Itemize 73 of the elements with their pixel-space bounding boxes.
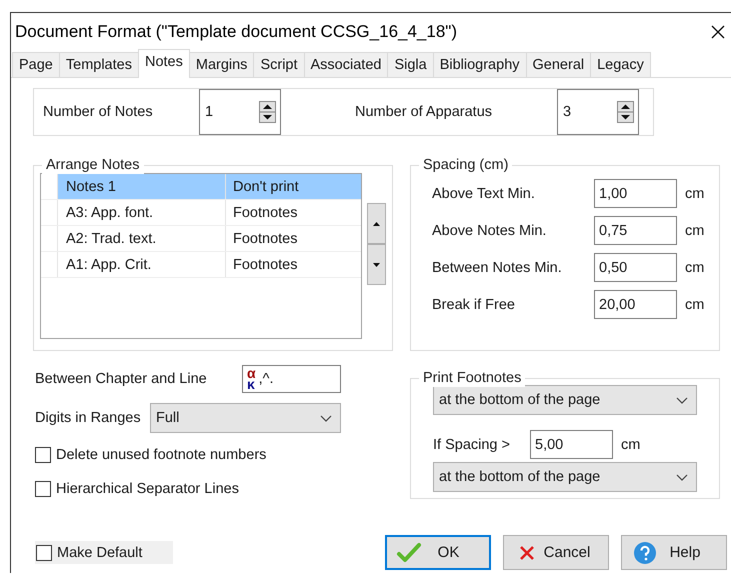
up-arrow-icon	[373, 222, 380, 226]
help-button[interactable]: Help	[621, 535, 727, 570]
unit-label: cm	[685, 296, 704, 312]
tab[interactable]: Legacy	[590, 52, 651, 77]
grid-cell-text: Footnotes	[232, 256, 298, 274]
greek-letter: α	[247, 368, 256, 379]
window-title: Document Format ("Template document CCSG_16_4_18")	[15, 22, 458, 42]
chevron-icon	[676, 396, 688, 404]
chevron-icon	[676, 474, 688, 480]
text-field[interactable]: 0,75	[594, 216, 677, 245]
grid-cell: A3: App. font.	[58, 200, 226, 225]
help-icon	[632, 540, 658, 564]
field-label: Break if Free	[432, 296, 516, 312]
checkbox[interactable]	[35, 481, 51, 497]
dropdown[interactable]: at the bottom of the page	[433, 385, 697, 415]
grid-cell-text: Footnotes	[232, 230, 298, 248]
checkbox-label[interactable]: Hierarchical Separator Lines	[56, 481, 239, 497]
tab[interactable]: Sigla	[387, 52, 434, 77]
grid-cell: A2: Trad. text.	[58, 226, 226, 251]
field-label: Above Text Min.	[432, 186, 536, 202]
unit-label: cm	[621, 436, 640, 452]
field-value: ,^.	[258, 371, 274, 387]
unit-label: cm	[685, 186, 704, 202]
tab[interactable]: Associated	[304, 52, 388, 77]
field-label: Above Notes Min.	[432, 222, 548, 238]
greek-letter: κ	[247, 379, 255, 390]
field-label: Number of Apparatus	[355, 104, 494, 120]
number-field[interactable]: 3	[557, 89, 639, 135]
text-field[interactable]: 5,00	[530, 430, 613, 459]
field-label: Between Chapter and Line	[35, 371, 208, 387]
tab[interactable]: Script	[253, 52, 305, 77]
field-label: Digits in Ranges	[35, 410, 142, 426]
tab[interactable]: Notes	[138, 49, 190, 78]
text-field[interactable]: 0,50	[594, 253, 677, 282]
grid-cell: A1: App. Crit.	[58, 252, 226, 277]
tab[interactable]: Margins	[188, 52, 254, 77]
grid-row[interactable]: A3: App. font. Footnotes	[41, 200, 361, 226]
dropdown[interactable]: Full	[150, 403, 341, 433]
grid-cell: Notes 1	[58, 174, 226, 199]
tab[interactable]: Page	[12, 52, 60, 77]
down-arrow-icon	[373, 262, 380, 266]
text-field[interactable]: 20,00	[594, 290, 677, 319]
grid-cell-text: Don't print	[232, 178, 300, 196]
cancel-button[interactable]: Cancel	[503, 535, 609, 570]
spinner-icon[interactable]	[259, 101, 276, 123]
checkbox[interactable]	[36, 544, 52, 560]
tab[interactable]: Templates	[58, 52, 139, 77]
field-label: If Spacing >	[433, 436, 511, 452]
grid-row[interactable]: Notes 1 Don't print	[41, 174, 361, 200]
unit-label: cm	[685, 260, 704, 276]
close-icon[interactable]	[711, 25, 725, 39]
unit-label: cm	[685, 222, 704, 238]
group-title: Spacing (cm)	[419, 156, 512, 174]
checkbox-label[interactable]: Delete unused footnote numbers	[56, 447, 266, 463]
grid-row[interactable]: A1: App. Crit. Footnotes	[41, 252, 361, 278]
checkbox-label[interactable]: Make Default	[57, 544, 142, 560]
tab[interactable]: General	[526, 52, 592, 77]
check-icon	[396, 540, 422, 564]
row-header-cell[interactable]	[41, 174, 58, 199]
number-field[interactable]: 1	[199, 89, 281, 135]
checkbox[interactable]	[35, 447, 51, 463]
chevron-icon	[320, 414, 332, 422]
ok-button[interactable]: OK	[385, 535, 491, 570]
dropdown[interactable]: at the bottom of the page	[433, 462, 697, 492]
field-label: Between Notes Min.	[432, 260, 563, 276]
grid-cell-text: Footnotes	[232, 204, 298, 222]
spinner-icon[interactable]	[617, 101, 634, 123]
group-title: Print Footnotes	[419, 369, 526, 387]
text-field[interactable]: 1,00	[594, 179, 677, 208]
field-label: Number of Notes	[43, 104, 154, 120]
grid-row[interactable]: A2: Trad. text. Footnotes	[41, 226, 361, 252]
tab[interactable]: Bibliography	[432, 52, 527, 77]
group-title: Arrange Notes	[42, 156, 144, 174]
